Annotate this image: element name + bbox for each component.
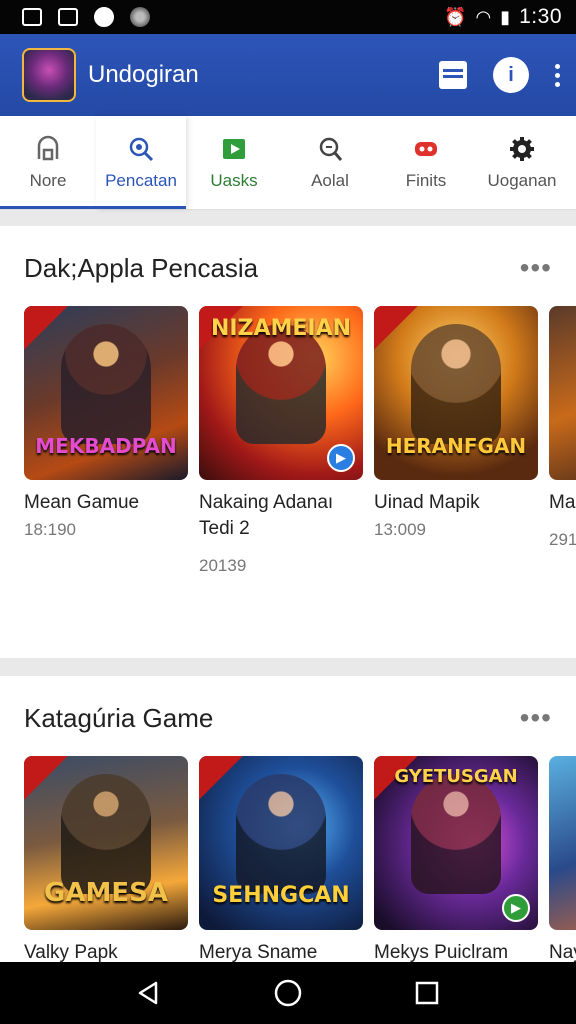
alarm-icon: ⏰ bbox=[444, 6, 467, 27]
media-notification-icon bbox=[130, 7, 150, 27]
game-card[interactable]: GAMESA Valky Papk bbox=[24, 756, 188, 966]
recents-icon[interactable] bbox=[407, 973, 447, 1013]
gallery-icon bbox=[22, 8, 42, 26]
game-thumbnail[interactable]: HERANFGAN bbox=[374, 306, 538, 480]
back-icon[interactable] bbox=[129, 973, 169, 1013]
thumbnail-logo: GAMESA bbox=[44, 878, 168, 908]
tab-strip: Nore Pencatan Uasks Aolal Finits Uoganan bbox=[0, 116, 576, 210]
document-icon[interactable] bbox=[439, 61, 467, 89]
game-card[interactable]: NIZAMEIAN ▶ Nakaing Adanaı Tedi 2 20139 bbox=[199, 306, 363, 576]
app-notification-icon bbox=[94, 7, 114, 27]
section-title: Katagúria Game bbox=[24, 702, 214, 733]
game-title: Mean Gamue bbox=[24, 492, 140, 513]
game-card[interactable]: GYETUSGAN ▶ Mekys Puiclram bbox=[374, 756, 538, 966]
tab-uoganan[interactable]: Uoganan bbox=[474, 116, 570, 209]
tab-aolal[interactable]: Aolal bbox=[282, 116, 378, 209]
play-icon[interactable]: ▶ bbox=[502, 894, 530, 922]
tab-finits[interactable]: Finits bbox=[378, 116, 474, 209]
game-carousel[interactable]: GAMESA Valky Papk SEHNGCAN Merya Sname G… bbox=[24, 756, 576, 966]
more-horiz-icon[interactable]: ••• bbox=[520, 252, 552, 284]
game-thumbnail[interactable]: SEHNGCAN bbox=[199, 756, 363, 930]
game-card[interactable]: HERANFGAN Uinad Mapik 13:009 bbox=[374, 306, 538, 576]
game-meta: 13:009 bbox=[374, 520, 426, 539]
chart-icon bbox=[58, 8, 78, 26]
help-icon[interactable]: i bbox=[493, 57, 529, 93]
gear-icon bbox=[508, 135, 536, 163]
game-thumbnail[interactable]: GYETUSGAN ▶ bbox=[374, 756, 538, 930]
status-time: 1:30 bbox=[519, 5, 562, 28]
thumbnail-logo: SEHNGCAN bbox=[212, 883, 350, 908]
section-title: Dak;Appla Pencasia bbox=[24, 252, 259, 283]
game-thumbnail[interactable]: NIZAMEIAN ▶ bbox=[199, 306, 363, 480]
zoom-icon bbox=[316, 135, 344, 163]
app-logo[interactable] bbox=[22, 48, 76, 102]
thumbnail-logo: GYETUSGAN bbox=[394, 766, 518, 787]
ribbon-icon bbox=[199, 756, 243, 800]
game-thumbnail[interactable] bbox=[549, 306, 576, 480]
more-vert-icon[interactable] bbox=[555, 63, 560, 87]
system-nav-bar bbox=[0, 962, 576, 1024]
tab-label: Aolal bbox=[311, 170, 349, 190]
game-meta: 20139 bbox=[199, 556, 247, 575]
play-icon[interactable]: ▶ bbox=[327, 444, 355, 472]
more-horiz-icon[interactable]: ••• bbox=[520, 702, 552, 734]
game-meta: 291 bbox=[549, 530, 576, 549]
app-title: Undogiran bbox=[88, 61, 199, 88]
thumbnail-logo: MEKBADPAN bbox=[35, 434, 177, 458]
status-bar: ⏰ ◠ ▮ 1:30 bbox=[0, 0, 576, 34]
ribbon-icon bbox=[24, 756, 68, 800]
play-square-icon bbox=[220, 135, 248, 163]
game-title: Mar Tec bbox=[549, 492, 576, 513]
signal-icon: ▮ bbox=[500, 6, 511, 27]
home-icon[interactable] bbox=[268, 973, 308, 1013]
ribbon-icon bbox=[374, 306, 418, 350]
gamepad-icon bbox=[412, 135, 440, 163]
game-carousel[interactable]: MEKBADPAN Mean Gamue 18:190 NIZAMEIAN ▶ … bbox=[24, 306, 576, 576]
tab-uasks[interactable]: Uasks bbox=[186, 116, 282, 209]
tab-label: Pencatan bbox=[105, 170, 177, 190]
game-thumbnail[interactable] bbox=[549, 756, 576, 930]
tab-label: Nore bbox=[29, 170, 67, 190]
ribbon-icon bbox=[24, 306, 68, 350]
home-outline-icon bbox=[34, 135, 62, 163]
game-title: Uinad Mapik bbox=[374, 492, 480, 513]
thumbnail-logo: HERANFGAN bbox=[385, 434, 527, 458]
game-card[interactable]: SEHNGCAN Merya Sname bbox=[199, 756, 363, 966]
game-thumbnail[interactable]: MEKBADPAN bbox=[24, 306, 188, 480]
wifi-icon: ◠ bbox=[475, 6, 492, 27]
tab-label: Finits bbox=[405, 170, 447, 190]
game-meta: 18:190 bbox=[24, 520, 76, 539]
game-card[interactable]: Mar Tec 291 bbox=[549, 306, 576, 576]
tab-pencatan[interactable]: Pencatan bbox=[96, 116, 186, 209]
game-thumbnail[interactable]: GAMESA bbox=[24, 756, 188, 930]
tab-label: Uasks bbox=[210, 170, 258, 190]
game-card[interactable]: MEKBADPAN Mean Gamue 18:190 bbox=[24, 306, 188, 576]
tab-nore[interactable]: Nore bbox=[0, 116, 96, 209]
section-category: Katagúria Game ••• GAMESA Valky Papk SEH… bbox=[0, 676, 576, 966]
tab-label: Uoganan bbox=[487, 170, 557, 190]
search-icon bbox=[127, 135, 155, 163]
app-bar: Undogiran i bbox=[0, 34, 576, 116]
thumbnail-logo: NIZAMEIAN bbox=[210, 316, 352, 341]
game-card[interactable]: Nay bbox=[549, 756, 576, 966]
section-featured: Dak;Appla Pencasia ••• MEKBADPAN Mean Ga… bbox=[0, 226, 576, 658]
game-title: Nakaing Adanaı Tedi 2 bbox=[199, 492, 334, 539]
